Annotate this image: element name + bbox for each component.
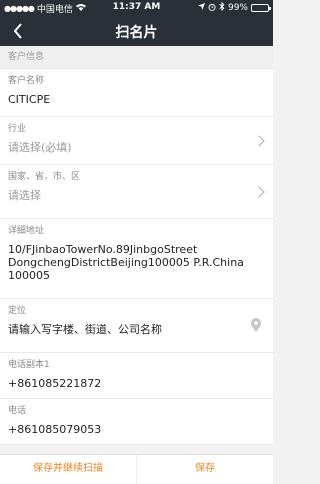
battery-icon	[251, 4, 271, 12]
location-arrow-icon	[197, 3, 205, 13]
save-and-continue-scan-button[interactable]: 保存并继续扫描	[0, 455, 137, 484]
section-header-customer-info: 客户信息	[0, 46, 273, 69]
bottom-action-bar: 保存并继续扫描 保存	[0, 454, 273, 484]
industry-label: 行业	[8, 124, 27, 134]
phone-label: 电话	[8, 406, 27, 416]
location-field[interactable]: 定位 请输入写字楼、街道、公司名称	[0, 299, 273, 353]
customer-name-value[interactable]: CITICPE	[8, 93, 265, 106]
location-pin-icon[interactable]	[251, 317, 261, 336]
customer-name-field[interactable]: 客户名称 CITICPE	[0, 69, 273, 117]
address-field[interactable]: 详细地址 10/FJinbaoTowerNo.89JinbgoStreet Do…	[0, 219, 273, 299]
phone-value[interactable]: +861085079053	[8, 423, 265, 436]
region-field[interactable]: 国家、省、市、区 请选择	[0, 165, 273, 219]
location-value[interactable]: 请输入写字楼、街道、公司名称	[8, 323, 265, 336]
nav-bar: 扫名片	[0, 16, 273, 46]
customer-name-label: 客户名称	[8, 76, 45, 86]
location-label: 定位	[8, 306, 27, 316]
battery-percent: 99%	[227, 3, 248, 13]
alarm-icon	[208, 3, 216, 14]
region-value[interactable]: 请选择	[8, 189, 265, 202]
phone-copy-label: 电话副本1	[8, 360, 50, 370]
save-button[interactable]: 保存	[137, 455, 273, 484]
phone-copy-field[interactable]: 电话副本1 +861085221872	[0, 353, 273, 399]
bluetooth-icon	[219, 1, 225, 14]
address-label: 详细地址	[8, 226, 45, 236]
address-value[interactable]: 10/FJinbaoTowerNo.89JinbgoStreet Dongche…	[8, 243, 248, 282]
industry-value[interactable]: 请选择(必填)	[8, 141, 265, 154]
phone-copy-value[interactable]: +861085221872	[8, 377, 265, 390]
form-content[interactable]: 客户信息 客户名称 CITICPE 行业 请选择(必填) 国家、省、市、区 请选…	[0, 46, 273, 454]
phone-field[interactable]: 电话 +861085079053	[0, 399, 273, 445]
status-bar: ●●●●● 中国电信 11:37 AM 99%	[0, 0, 273, 16]
industry-field[interactable]: 行业 请选择(必填)	[0, 117, 273, 165]
region-label: 国家、省、市、区	[8, 172, 81, 182]
page-title: 扫名片	[115, 25, 158, 41]
